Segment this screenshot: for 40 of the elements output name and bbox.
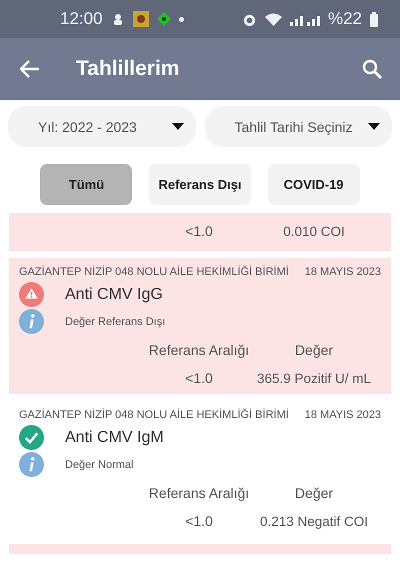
result-value: 365.9 Pozitif U/ mL [256, 370, 372, 386]
wifi-icon [264, 12, 282, 26]
filter-tab[interactable]: Tümü [40, 164, 132, 205]
column-header: Değer [294, 485, 334, 501]
page-title: Tahlillerim [76, 57, 180, 81]
reference-range: <1.0 [184, 223, 214, 239]
column-header: Referans Aralığı [148, 342, 250, 358]
filter-tab[interactable]: COVID-19 [268, 164, 360, 205]
reference-range: <1.0 [184, 370, 214, 386]
result-card[interactable]: GAZİANTEP NİZİP 048 NOLU AİLE HEKİMLİĞİ BİRİMİ 18 MAYIS 2023 Anti CMV IgG Değer Referans Dışı Referans Aralığı Değer <1.0 365.9 Pozitif U/ mL [9, 258, 391, 394]
dropdown[interactable]: Yıl: 2022 - 2023 [8, 106, 196, 147]
column-header: Değer [294, 342, 334, 358]
caret-icon [172, 123, 184, 130]
warning-icon [19, 282, 44, 307]
test-name: Anti CMV IgM [65, 428, 164, 446]
app-icon [156, 12, 171, 26]
column-header: Referans Aralığı [148, 485, 250, 501]
info-icon[interactable] [19, 309, 44, 334]
battery-icon [370, 12, 378, 26]
search-icon[interactable] [362, 59, 382, 79]
reference-range: <1.0 [184, 513, 214, 529]
result-date: 18 MAYIS 2023 [304, 409, 381, 421]
result-date: 18 MAYIS 2023 [304, 266, 381, 278]
caret-icon [368, 123, 380, 130]
result-value: 0.213 Negatif COI [258, 514, 370, 528]
dropdown[interactable]: Tahlil Tarihi Seçiniz [204, 106, 392, 147]
check-icon [19, 425, 44, 450]
app-icon [132, 11, 149, 27]
status-note: Değer Normal [65, 458, 134, 470]
test-name: Anti CMV IgG [65, 286, 163, 304]
institution-name: GAZİANTEP NİZİP 048 NOLU AİLE HEKİMLİĞİ BİRİMİ [19, 409, 289, 421]
dot-icon [178, 16, 184, 22]
status-time: 12:00 [60, 9, 103, 29]
institution-name: GAZİANTEP NİZİP 048 NOLU AİLE HEKİMLİĞİ BİRİMİ [19, 266, 289, 278]
info-icon[interactable] [19, 452, 44, 477]
result-value: 0.010 COI [282, 224, 346, 238]
battery-percent: %22 [328, 9, 362, 29]
back-icon[interactable] [20, 60, 40, 78]
status-note: Değer Referans Dışı [65, 316, 166, 328]
filter-tab[interactable]: Referans Dışı [149, 164, 251, 205]
